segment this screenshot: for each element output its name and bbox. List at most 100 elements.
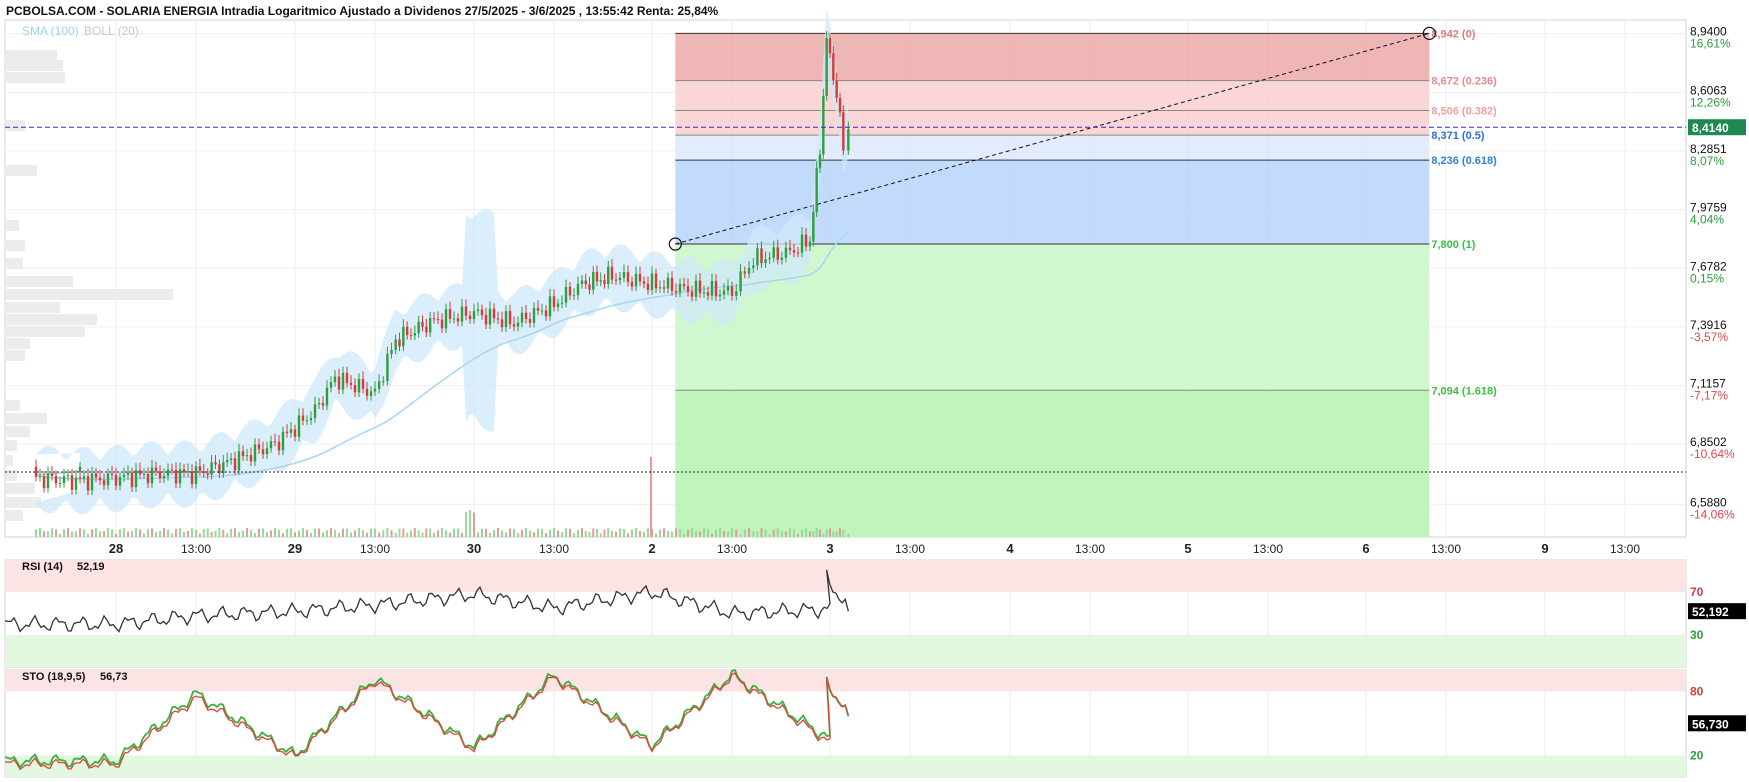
fib-zone — [675, 135, 1430, 161]
volume-bar — [631, 529, 633, 537]
volume-bar — [179, 528, 181, 537]
candle-body — [86, 476, 90, 491]
volume-bar — [695, 531, 697, 537]
candle-body — [178, 469, 182, 484]
volume-bar — [441, 528, 443, 537]
candle-body — [488, 308, 492, 325]
candle-body — [277, 441, 281, 451]
candle-body — [472, 310, 476, 320]
candle-body — [50, 473, 54, 477]
candle-body — [313, 404, 317, 419]
volume-bar — [406, 532, 409, 537]
candle-body — [261, 449, 265, 455]
volume-profile-bar — [5, 497, 41, 508]
candle-body — [186, 471, 190, 473]
candle-body — [670, 277, 674, 292]
volume-bar — [326, 530, 328, 537]
volume-profile-bar — [5, 440, 17, 451]
candle-body — [166, 469, 170, 476]
candle-body — [452, 318, 456, 320]
volume-bar — [719, 528, 721, 537]
x-tick-label: 13:00 — [895, 542, 925, 556]
sto-title: STO (18,9,5) — [22, 671, 86, 683]
volume-bar — [206, 528, 209, 537]
volume-bar — [829, 528, 831, 537]
x-tick-label: 13:00 — [717, 542, 747, 556]
volume-profile-bar — [5, 289, 173, 300]
volume-bar — [715, 529, 717, 537]
volume-bar — [577, 529, 579, 537]
candle-body — [842, 112, 845, 151]
volume-bar — [143, 533, 145, 537]
candle-body — [752, 265, 755, 269]
y-tick-percent: 8,07% — [1690, 154, 1724, 168]
volume-bar — [350, 532, 352, 537]
candle-body — [353, 384, 357, 393]
volume-bar — [358, 528, 360, 537]
candle-body — [440, 319, 444, 329]
candle-body — [150, 467, 154, 484]
candle-body — [269, 441, 273, 449]
candle-body — [500, 319, 504, 328]
volume-bar — [238, 532, 240, 537]
candle-body — [825, 38, 828, 96]
volume-bar — [187, 530, 189, 537]
candle-body — [373, 388, 377, 392]
candle-body — [552, 296, 556, 307]
volume-bar — [588, 532, 591, 537]
candle-body — [658, 287, 662, 289]
candle-body — [345, 372, 349, 383]
y-tick-percent: 16,61% — [1690, 37, 1731, 51]
sma-legend[interactable]: SMA (100) — [22, 24, 79, 38]
volume-bar — [75, 531, 77, 537]
boll-legend[interactable]: BOLL (20) — [84, 24, 139, 38]
candle-body — [198, 466, 202, 472]
candle-body — [377, 381, 381, 389]
volume-bar — [723, 531, 725, 537]
volume-bar — [832, 531, 835, 537]
candle-body — [607, 266, 610, 285]
volume-bar — [764, 529, 767, 537]
x-tick-label: 28 — [109, 541, 123, 556]
volume-bar — [655, 533, 657, 537]
candle-body — [421, 321, 424, 327]
candle-body — [476, 309, 480, 311]
volume-bar — [314, 528, 316, 537]
candle-body — [610, 266, 614, 280]
candle-body — [756, 248, 759, 266]
volume-bar — [461, 532, 463, 537]
fib-level-label: 8,672 (0.236) — [1431, 76, 1497, 88]
volume-bar — [687, 529, 689, 537]
volume-bar — [99, 531, 101, 537]
y-tick-percent: -14,06% — [1690, 507, 1735, 521]
candle-body — [241, 451, 245, 457]
volume-bar — [433, 532, 435, 537]
volume-bar — [266, 532, 268, 537]
candle-body — [599, 280, 602, 282]
sto-overbought-band — [5, 670, 1686, 692]
volume-bar — [529, 530, 531, 537]
volume-bar — [222, 529, 225, 537]
candle-body — [42, 476, 46, 489]
fib-zone — [675, 390, 1430, 537]
x-tick-label: 9 — [1541, 541, 1548, 556]
candle-body — [82, 476, 86, 479]
volume-bar — [425, 528, 428, 537]
volume-bar — [611, 530, 613, 537]
candle-body — [666, 277, 670, 289]
candle-body — [70, 475, 74, 490]
candle-body — [317, 402, 321, 405]
candle-body — [365, 388, 369, 396]
candle-body — [838, 97, 842, 113]
volume-bar — [111, 529, 113, 537]
volume-bar — [445, 530, 447, 537]
volume-profile-bar — [5, 510, 23, 521]
candle-body — [102, 480, 106, 486]
candle-body — [726, 286, 730, 291]
x-tick-label: 13:00 — [360, 542, 390, 556]
volume-bar — [127, 531, 129, 537]
volume-bar — [561, 532, 563, 537]
volume-bar — [699, 531, 701, 537]
volume-bar — [107, 528, 109, 537]
volume-bar — [202, 528, 205, 537]
